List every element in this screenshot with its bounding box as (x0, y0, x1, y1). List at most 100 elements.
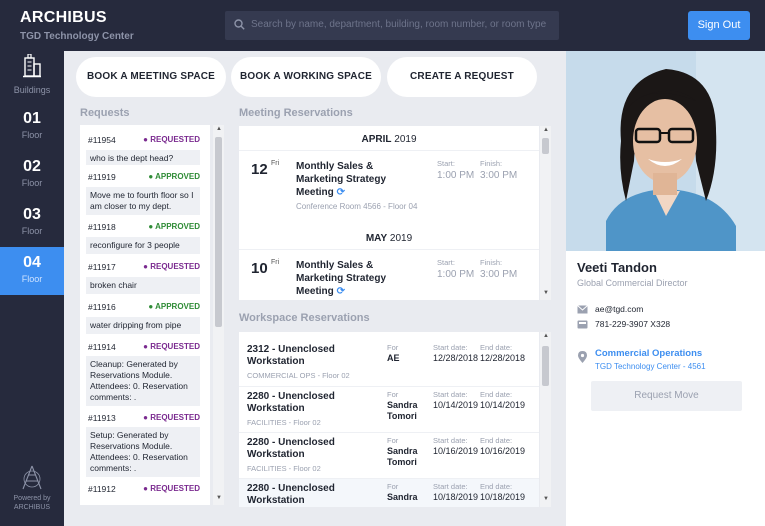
book-meeting-space-button[interactable]: BOOK A MEETING SPACE (76, 57, 226, 97)
start-date-label: Start date: (433, 436, 468, 445)
meeting-dow: Fri (271, 259, 280, 266)
floor-label: Floor (21, 226, 43, 236)
list-item[interactable]: #11917 ● REQUESTED broken chair (80, 257, 210, 297)
request-id: #11914 (88, 342, 116, 352)
recurring-icon: ⟳ (336, 286, 345, 297)
scroll-up-icon[interactable]: ▲ (216, 126, 222, 132)
meeting-row[interactable]: 12 Fri Monthly Sales & Marketing Strateg… (239, 150, 539, 230)
table-row[interactable]: 2280 - Unenclosed Workstation For Sandra… (239, 478, 539, 507)
sign-out-button[interactable]: Sign Out (688, 11, 750, 40)
start-date-label: Start date: (433, 343, 468, 352)
floor-number: 02 (23, 158, 41, 175)
meeting-dow: Fri (271, 160, 280, 167)
meeting-title: Monthly Sales & Marketing Strategy Meeti… (296, 161, 387, 198)
workspace-reservations-title: Workspace Reservations (239, 312, 370, 324)
request-id: #11919 (88, 172, 116, 182)
profile-email[interactable]: ae@tgd.com (595, 304, 643, 314)
floor-label: Floor (21, 130, 43, 140)
for-label: For (387, 482, 399, 491)
status-badge: ● REQUESTED (143, 262, 200, 271)
list-item[interactable]: #11954 ● REQUESTED who is the dept head? (80, 125, 210, 167)
list-item[interactable]: #11912 ● REQUESTED (80, 479, 210, 505)
start-time: 1:00 PM (437, 269, 475, 280)
reserved-for: Sandra (387, 492, 418, 502)
workspace-name: 2280 - Unenclosed Workstation (247, 391, 335, 414)
finish-time: 3:00 PM (480, 269, 518, 280)
profile-location[interactable]: TGD Technology Center - 4561 (595, 362, 706, 371)
finish-label: Finish: (480, 258, 503, 267)
table-row[interactable]: 2312 - Unenclosed Workstation COMMERCIAL… (239, 340, 539, 386)
profile-department[interactable]: Commercial Operations (595, 348, 702, 359)
search-placeholder: Search by name, department, building, ro… (251, 19, 547, 30)
scroll-up-icon[interactable]: ▲ (543, 333, 549, 339)
list-item[interactable]: #11913 ● REQUESTED Setup: Generated by R… (80, 408, 210, 479)
search-input[interactable]: Search by name, department, building, ro… (225, 11, 559, 40)
location-pin-icon (578, 351, 587, 363)
meeting-day: 12 (251, 161, 268, 178)
workspace-reservations-panel: 2312 - Unenclosed Workstation COMMERCIAL… (239, 332, 539, 507)
start-date-label: Start date: (433, 482, 468, 491)
for-label: For (387, 390, 399, 399)
sidebar-item-buildings[interactable]: Buildings (0, 53, 64, 95)
request-description: reconfigure for 3 people (86, 237, 200, 254)
end-date: 10/18/2019 (480, 492, 526, 502)
workspace-scrollbar[interactable]: ▲ ▼ (540, 332, 551, 507)
request-id: #11916 (88, 302, 116, 312)
profile-panel: Veeti Tandon Global Commercial Director … (566, 51, 765, 526)
requests-scrollbar[interactable]: ▲ ▼ (213, 125, 224, 505)
avatar (566, 51, 765, 251)
brand-name: ARCHIBUS (20, 9, 107, 26)
start-date: 10/16/2019 (433, 446, 479, 456)
status-badge: ● REQUESTED (143, 413, 200, 422)
table-row[interactable]: 2280 - Unenclosed Workstation FACILITIES… (239, 386, 539, 432)
site-name: TGD Technology Center (20, 31, 134, 42)
meetings-scrollbar[interactable]: ▲ ▼ (540, 126, 551, 300)
scroll-down-icon[interactable]: ▼ (543, 290, 549, 296)
floor-number: 03 (23, 206, 41, 223)
sidebar-item-floor-03[interactable]: 03 Floor (0, 199, 64, 247)
archibus-logo-icon (22, 465, 42, 490)
create-request-button[interactable]: CREATE A REQUEST (387, 57, 537, 97)
sidebar-item-floor-01[interactable]: 01 Floor (0, 103, 64, 151)
profile-title: Global Commercial Director (577, 278, 688, 288)
status-badge: ● REQUESTED (143, 484, 200, 493)
scroll-thumb[interactable] (542, 346, 549, 386)
profile-photo (566, 51, 765, 251)
scroll-thumb[interactable] (215, 137, 222, 327)
request-move-button[interactable]: Request Move (591, 381, 742, 411)
start-time: 1:00 PM (437, 170, 475, 181)
meeting-day: 10 (251, 260, 268, 277)
meeting-room: Conference Room 4566 - Floor 04 (296, 202, 418, 211)
list-item[interactable]: #11919 ● APPROVED Move me to fourth floo… (80, 165, 210, 217)
reserved-for: Sandra Tomori (387, 446, 418, 467)
status-badge: ● APPROVED (148, 302, 200, 311)
status-badge: ● APPROVED (148, 172, 200, 181)
profile-phone[interactable]: 781-229-3907 X328 (595, 319, 670, 329)
scroll-down-icon[interactable]: ▼ (216, 495, 222, 501)
start-label: Start: (437, 159, 455, 168)
sidebar-item-floor-04[interactable]: 04 Floor (0, 247, 64, 295)
sidebar: Buildings 01 Floor 02 Floor 03 Floor 04 … (0, 51, 64, 526)
table-row[interactable]: 2280 - Unenclosed Workstation FACILITIES… (239, 432, 539, 478)
list-item[interactable]: #11918 ● APPROVED reconfigure for 3 peop… (80, 217, 210, 257)
scroll-thumb[interactable] (542, 138, 549, 154)
request-id: #11954 (88, 135, 116, 145)
start-date-label: Start date: (433, 390, 468, 399)
sidebar-item-floor-02[interactable]: 02 Floor (0, 151, 64, 199)
for-label: For (387, 343, 399, 352)
start-date: 10/14/2019 (433, 400, 479, 410)
list-item[interactable]: #11914 ● REQUESTED Cleanup: Generated by… (80, 337, 210, 408)
list-item[interactable]: #11916 ● APPROVED water dripping from pi… (80, 297, 210, 337)
recurring-icon: ⟳ (336, 187, 345, 198)
status-badge: ● APPROVED (148, 222, 200, 231)
floor-label: Floor (21, 274, 43, 284)
request-description: water dripping from pipe (86, 317, 200, 334)
finish-label: Finish: (480, 159, 503, 168)
book-working-space-button[interactable]: BOOK A WORKING SPACE (231, 57, 381, 97)
powered-by-name: ARCHIBUS (13, 504, 51, 511)
scroll-up-icon[interactable]: ▲ (543, 127, 549, 133)
request-description: Move me to fourth floor so I am closer t… (86, 187, 200, 215)
workspace-location: COMMERCIAL OPS - Floor 02 (247, 371, 350, 380)
scroll-down-icon[interactable]: ▼ (543, 496, 549, 502)
meeting-row[interactable]: 10 Fri Monthly Sales & Marketing Strateg… (239, 249, 539, 300)
